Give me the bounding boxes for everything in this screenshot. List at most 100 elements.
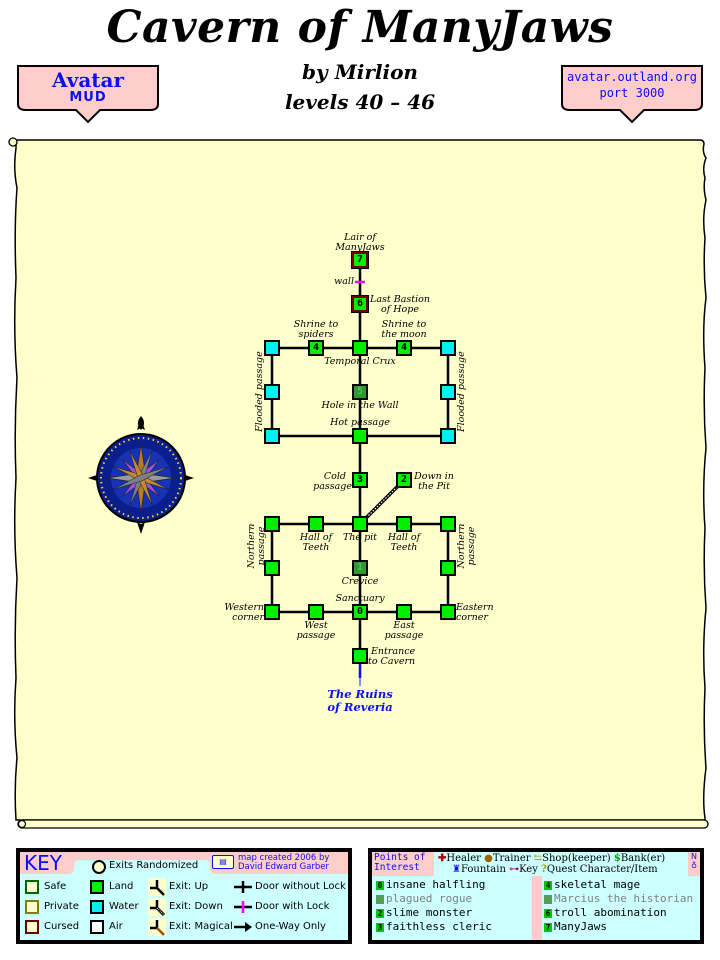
label-western-corner: Western corner	[224, 602, 264, 623]
label-wall: wall	[334, 276, 354, 287]
room-temporal-crux[interactable]	[352, 340, 368, 356]
scroll-quill-icon: ▤	[212, 855, 234, 869]
poi-marker: 6	[356, 298, 364, 309]
room-northern-passage-east[interactable]	[440, 560, 456, 576]
key-legend: KEY Exits Randomized ▤ map created 2006 …	[16, 848, 352, 944]
door-without-lock-label: Door without Lock	[255, 881, 346, 892]
room-sanctuary[interactable]: 0	[352, 604, 368, 620]
safe-swatch	[25, 880, 39, 894]
room-hall-of-teeth-east[interactable]	[396, 516, 412, 532]
room-flooded-ne[interactable]	[440, 340, 456, 356]
exit-down-icon	[148, 898, 166, 916]
one-way-arrow-icon	[234, 922, 252, 932]
room-hall-of-teeth-west[interactable]	[308, 516, 324, 532]
room-lair-of-manyjaws[interactable]: 7	[352, 252, 368, 268]
safe-label: Safe	[44, 881, 67, 892]
label-the-pit: The pit	[342, 532, 378, 543]
poi-entry-4: 4 skeletal mage	[544, 878, 641, 891]
label-northern-east: Northern passage	[456, 523, 477, 569]
key-label: Key	[519, 864, 538, 875]
exit-magical-icon	[148, 918, 166, 936]
shop-icon: ⇆	[533, 853, 543, 864]
label-down-in-the-pit: Down in the Pit	[414, 471, 454, 492]
fountain-icon: ♜	[452, 864, 461, 875]
poi-divider	[532, 876, 542, 940]
poi-entry-5: 5 Marcius the historian	[544, 892, 694, 905]
room-hole-in-the-wall[interactable]: 5	[352, 384, 368, 400]
poi-marker: 1	[356, 562, 364, 573]
room-shrine-to-spiders[interactable]: 4	[308, 340, 324, 356]
room-cold-passage[interactable]: 3	[352, 472, 368, 488]
exit-link-ruins-of-reveria[interactable]: The Ruins of Reveria	[310, 688, 410, 714]
room-entrance-to-cavern[interactable]	[352, 648, 368, 664]
exit-up-label: Exit: Up	[169, 881, 209, 892]
exits-randomized-icon	[92, 860, 106, 874]
poi-entry-6: 6 troll abomination	[544, 906, 667, 919]
room-shrine-to-moon[interactable]: 4	[396, 340, 412, 356]
private-label: Private	[44, 901, 79, 912]
label-cold-passage: Cold passage	[313, 471, 352, 492]
door-with-lock-icon	[234, 901, 252, 913]
trainer-label: Trainer	[492, 853, 531, 864]
private-swatch	[25, 900, 39, 914]
poi-marker: 5	[356, 386, 364, 397]
room-eastern-corner[interactable]	[440, 604, 456, 620]
room-flooded-e[interactable]	[440, 384, 456, 400]
room-the-pit[interactable]	[352, 516, 368, 532]
label-west-passage: West passage	[296, 620, 336, 641]
room-flooded-sw[interactable]	[264, 428, 280, 444]
label-last-bastion: Last Bastion of Hope	[370, 294, 430, 315]
poi-entry-0: 0 insane halfling	[376, 878, 486, 891]
label-sanctuary: Sanctuary	[335, 593, 385, 604]
label-northern-west: Northern passage	[246, 523, 267, 569]
label-flooded-east: Flooded passage	[456, 351, 467, 432]
room-flooded-se[interactable]	[440, 428, 456, 444]
air-label: Air	[109, 921, 123, 932]
map-credit: map created 2006 by David Edward Garber	[238, 853, 330, 872]
room-ne-corner[interactable]	[440, 516, 456, 532]
bank-label: Bank(er)	[620, 853, 666, 864]
label-temporal-crux: Temporal Crux	[324, 356, 396, 367]
room-crevice[interactable]: 1	[352, 560, 368, 576]
exit-magical-label: Exit: Magical	[169, 921, 233, 932]
fountain-label: Fountain	[460, 864, 506, 875]
one-way-label: One-Way Only	[255, 921, 326, 932]
quest-label: Quest Character/Item	[546, 864, 658, 875]
trainer-icon: ●	[484, 853, 493, 864]
land-label: Land	[109, 881, 134, 892]
water-label: Water	[109, 901, 139, 912]
room-down-in-the-pit[interactable]: 2	[396, 472, 412, 488]
poi-marker: 4	[400, 342, 408, 353]
exit-down-label: Exit: Down	[169, 901, 223, 912]
poi-entry-7: 7 ManyJaws	[544, 920, 607, 933]
exits-randomized-label: Exits Randomized	[109, 860, 199, 871]
cursed-swatch	[25, 920, 39, 934]
room-western-corner[interactable]	[264, 604, 280, 620]
shop-label: Shop(keeper)	[542, 853, 611, 864]
room-hot-passage[interactable]	[352, 428, 368, 444]
land-swatch	[90, 880, 104, 894]
water-swatch	[90, 900, 104, 914]
poi-marker: 4	[312, 342, 320, 353]
cursed-label: Cursed	[44, 921, 80, 932]
poi-entry-1: 1 plagued rogue	[376, 892, 473, 905]
healer-label: Healer	[446, 853, 481, 864]
door-without-lock-icon	[234, 881, 252, 893]
room-west-passage[interactable]	[308, 604, 324, 620]
room-last-bastion[interactable]: 6	[352, 296, 368, 312]
key-title: KEY	[24, 851, 62, 875]
label-flooded-west: Flooded passage	[254, 351, 265, 432]
label-hot-passage: Hot passage	[330, 417, 390, 428]
label-hall-of-teeth-east: Hall of Teeth	[387, 532, 421, 553]
label-crevice: Crevice	[341, 576, 379, 587]
room-flooded-w[interactable]	[264, 384, 280, 400]
poi-title: Points of Interest	[374, 852, 426, 873]
label-shrine-moon: Shrine to the moon	[381, 319, 427, 340]
poi-entry-2: 2 slime monster	[376, 906, 473, 919]
air-swatch	[90, 920, 104, 934]
door-with-lock-label: Door with Lock	[255, 901, 330, 912]
room-east-passage[interactable]	[396, 604, 412, 620]
room-flooded-nw[interactable]	[264, 340, 280, 356]
label-east-passage: East passage	[384, 620, 424, 641]
key-icon: ⊶	[509, 864, 520, 875]
